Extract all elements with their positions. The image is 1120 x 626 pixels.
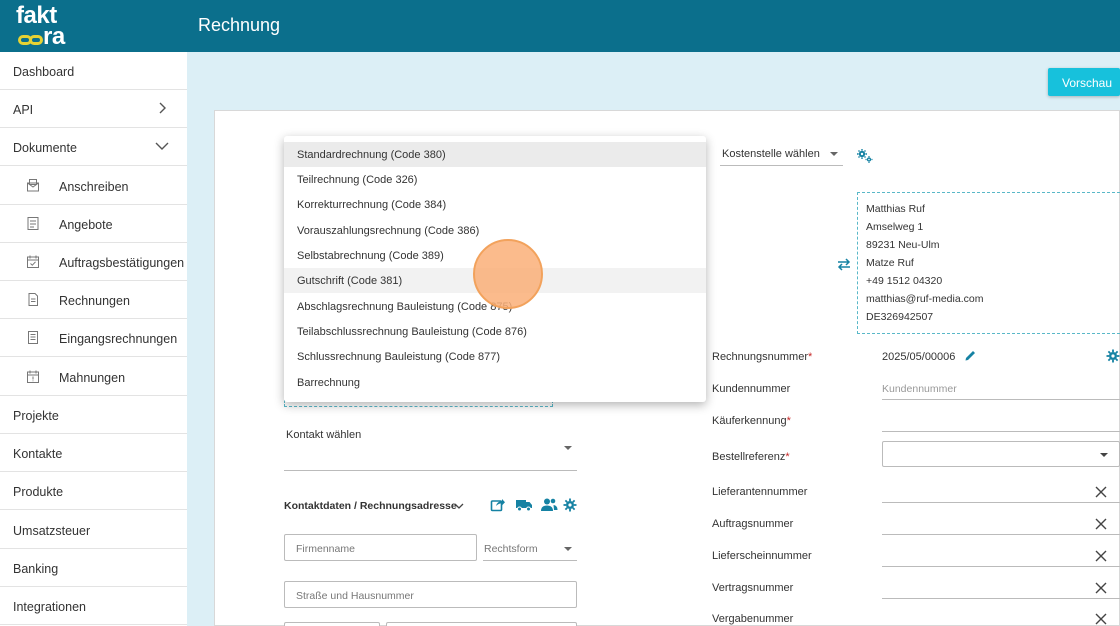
sidebar-item-mahnungen[interactable]: Mahnungen	[0, 358, 187, 396]
menu-item-standardrechnung[interactable]: Standardrechnung (Code 380)	[284, 142, 706, 167]
customer-number-placeholder: Kundennummer	[882, 383, 957, 395]
invoice-number-label: Rechnungsnummer*	[712, 351, 813, 363]
chevron-down-icon	[155, 142, 169, 150]
contract-number-label: Vertragsnummer	[712, 582, 794, 594]
share-icon[interactable]	[490, 497, 506, 512]
sidebar-item-dokumente[interactable]: Dokumente	[0, 128, 187, 166]
contact-select-label: Kontakt wählen	[286, 429, 362, 441]
contact-section-title: Kontaktdaten / Rechnungsadresse	[284, 500, 457, 512]
buyer-id-label: Käuferkennung*	[712, 415, 791, 427]
menu-item-korrekturrechnung[interactable]: Korrekturrechnung (Code 384)	[284, 192, 706, 217]
sidebar-item-anschreiben[interactable]: Anschreiben	[0, 167, 187, 205]
legal-form-select-placeholder: Rechtsform	[484, 543, 538, 555]
order-number-input[interactable]	[882, 534, 1120, 535]
list-document-icon	[27, 217, 39, 230]
legal-form-select[interactable]	[483, 560, 577, 561]
menu-item-vorauszahlungsrechnung[interactable]: Vorauszahlungsrechnung (Code 386)	[284, 218, 706, 243]
sender-city: 89231 Neu-Ulm	[866, 239, 940, 251]
order-reference-dropdown-arrow-icon	[1100, 453, 1108, 457]
clear-order-number-close-icon[interactable]	[1095, 518, 1107, 530]
sidebar: Dashboard API Dokumente Anschreiben Ange…	[0, 52, 187, 626]
menu-item-teilrechnung[interactable]: Teilrechnung (Code 326)	[284, 167, 706, 192]
sender-name: Matthias Ruf	[866, 203, 925, 215]
sidebar-item-dashboard[interactable]: Dashboard	[0, 52, 187, 90]
invoice-icon	[28, 293, 38, 306]
supplier-number-input[interactable]	[882, 502, 1120, 503]
order-number-label: Auftragsnummer	[712, 518, 794, 530]
app-header: fakt ra Rechnung	[0, 0, 1120, 52]
buyer-id-input[interactable]	[882, 431, 1120, 432]
customer-number-input[interactable]	[882, 399, 1120, 400]
menu-item-teilabschlussrechnung-bauleistung[interactable]: Teilabschlussrechnung Bauleistung (Code …	[284, 319, 706, 344]
contact-select[interactable]	[284, 470, 577, 471]
cost-center-settings-gears-icon[interactable]	[856, 148, 874, 164]
cost-center-select-label: Kostenstelle wählen	[722, 148, 820, 160]
delivery-truck-icon[interactable]	[515, 497, 533, 512]
customer-number-label: Kundennummer	[712, 383, 791, 395]
invoice-number-value: 2025/05/00006	[882, 351, 956, 363]
sidebar-item-kontakte[interactable]: Kontakte	[0, 434, 187, 472]
sidebar-item-projekte[interactable]: Projekte	[0, 396, 187, 434]
cost-center-dropdown-arrow-icon[interactable]	[829, 150, 839, 158]
legal-form-dropdown-arrow-icon[interactable]	[563, 545, 573, 553]
calendar-check-icon	[27, 255, 39, 268]
sidebar-item-auftragsbestaetigungen[interactable]: Auftragsbestätigungen	[0, 243, 187, 281]
faktoora-logo[interactable]: fakt ra	[16, 4, 88, 49]
mouse-cursor-highlight	[473, 239, 543, 309]
clear-delivery-note-close-icon[interactable]	[1095, 550, 1107, 562]
sidebar-item-api[interactable]: API	[0, 90, 187, 128]
chevron-right-icon	[159, 102, 166, 114]
sender-phone: +49 1512 04320	[866, 275, 943, 287]
sidebar-item-umsatzsteuer[interactable]: Umsatzsteuer	[0, 511, 187, 549]
sidebar-item-banking[interactable]: Banking	[0, 549, 187, 587]
delivery-note-number-input[interactable]	[882, 566, 1120, 567]
sender-email: matthias@ruf-media.com	[866, 293, 984, 305]
sidebar-item-angebote[interactable]: Angebote	[0, 205, 187, 243]
envelope-icon	[27, 179, 39, 192]
delivery-note-number-label: Lieferscheinnummer	[712, 550, 812, 562]
order-reference-select[interactable]	[882, 441, 1120, 467]
sender-street: Amselweg 1	[866, 221, 924, 233]
receipt-icon	[28, 331, 38, 344]
cost-center-select[interactable]	[720, 165, 843, 166]
contact-dropdown-arrow-icon[interactable]	[563, 444, 573, 452]
contact-settings-gear-icon[interactable]	[563, 498, 577, 512]
sender-contact-person: Matze Ruf	[866, 257, 914, 269]
page-title: Rechnung	[198, 15, 281, 35]
pencil-edit-icon[interactable]	[964, 349, 977, 362]
city-input[interactable]	[386, 622, 577, 626]
clear-award-number-close-icon[interactable]	[1095, 613, 1107, 625]
sidebar-item-produkte[interactable]: Produkte	[0, 472, 187, 510]
contacts-people-icon[interactable]	[540, 497, 558, 512]
sidebar-item-eingangsrechnungen[interactable]: Eingangsrechnungen	[0, 319, 187, 357]
sidebar-item-integrationen[interactable]: Integrationen	[0, 587, 187, 625]
invoice-number-settings-gear-icon[interactable]	[1106, 349, 1120, 363]
award-number-label: Vergabenummer	[712, 613, 794, 625]
company-name-input[interactable]: Firmenname	[284, 534, 477, 561]
calendar-alert-icon	[27, 370, 39, 383]
clear-supplier-number-close-icon[interactable]	[1095, 486, 1107, 498]
sidebar-item-rechnungen[interactable]: Rechnungen	[0, 281, 187, 319]
clear-contract-number-close-icon[interactable]	[1095, 582, 1107, 594]
supplier-number-label: Lieferantennummer	[712, 486, 808, 498]
sender-address-box[interactable]: Matthias Ruf Amselweg 1 89231 Neu-Ulm Ma…	[857, 192, 1120, 334]
street-input[interactable]: Straße und Hausnummer	[284, 581, 577, 608]
order-reference-label: Bestellreferenz*	[712, 451, 790, 463]
sender-vat-id: DE326942507	[866, 311, 934, 323]
menu-item-barrechnung[interactable]: Barrechnung	[284, 370, 706, 395]
chevron-down-icon[interactable]	[454, 502, 464, 510]
contract-number-input[interactable]	[882, 598, 1120, 599]
swap-arrows-icon[interactable]	[836, 257, 852, 272]
preview-button[interactable]: Vorschau	[1048, 68, 1120, 96]
menu-item-schlussrechnung-bauleistung[interactable]: Schlussrechnung Bauleistung (Code 877)	[284, 344, 706, 369]
postal-code-input[interactable]	[284, 622, 380, 626]
